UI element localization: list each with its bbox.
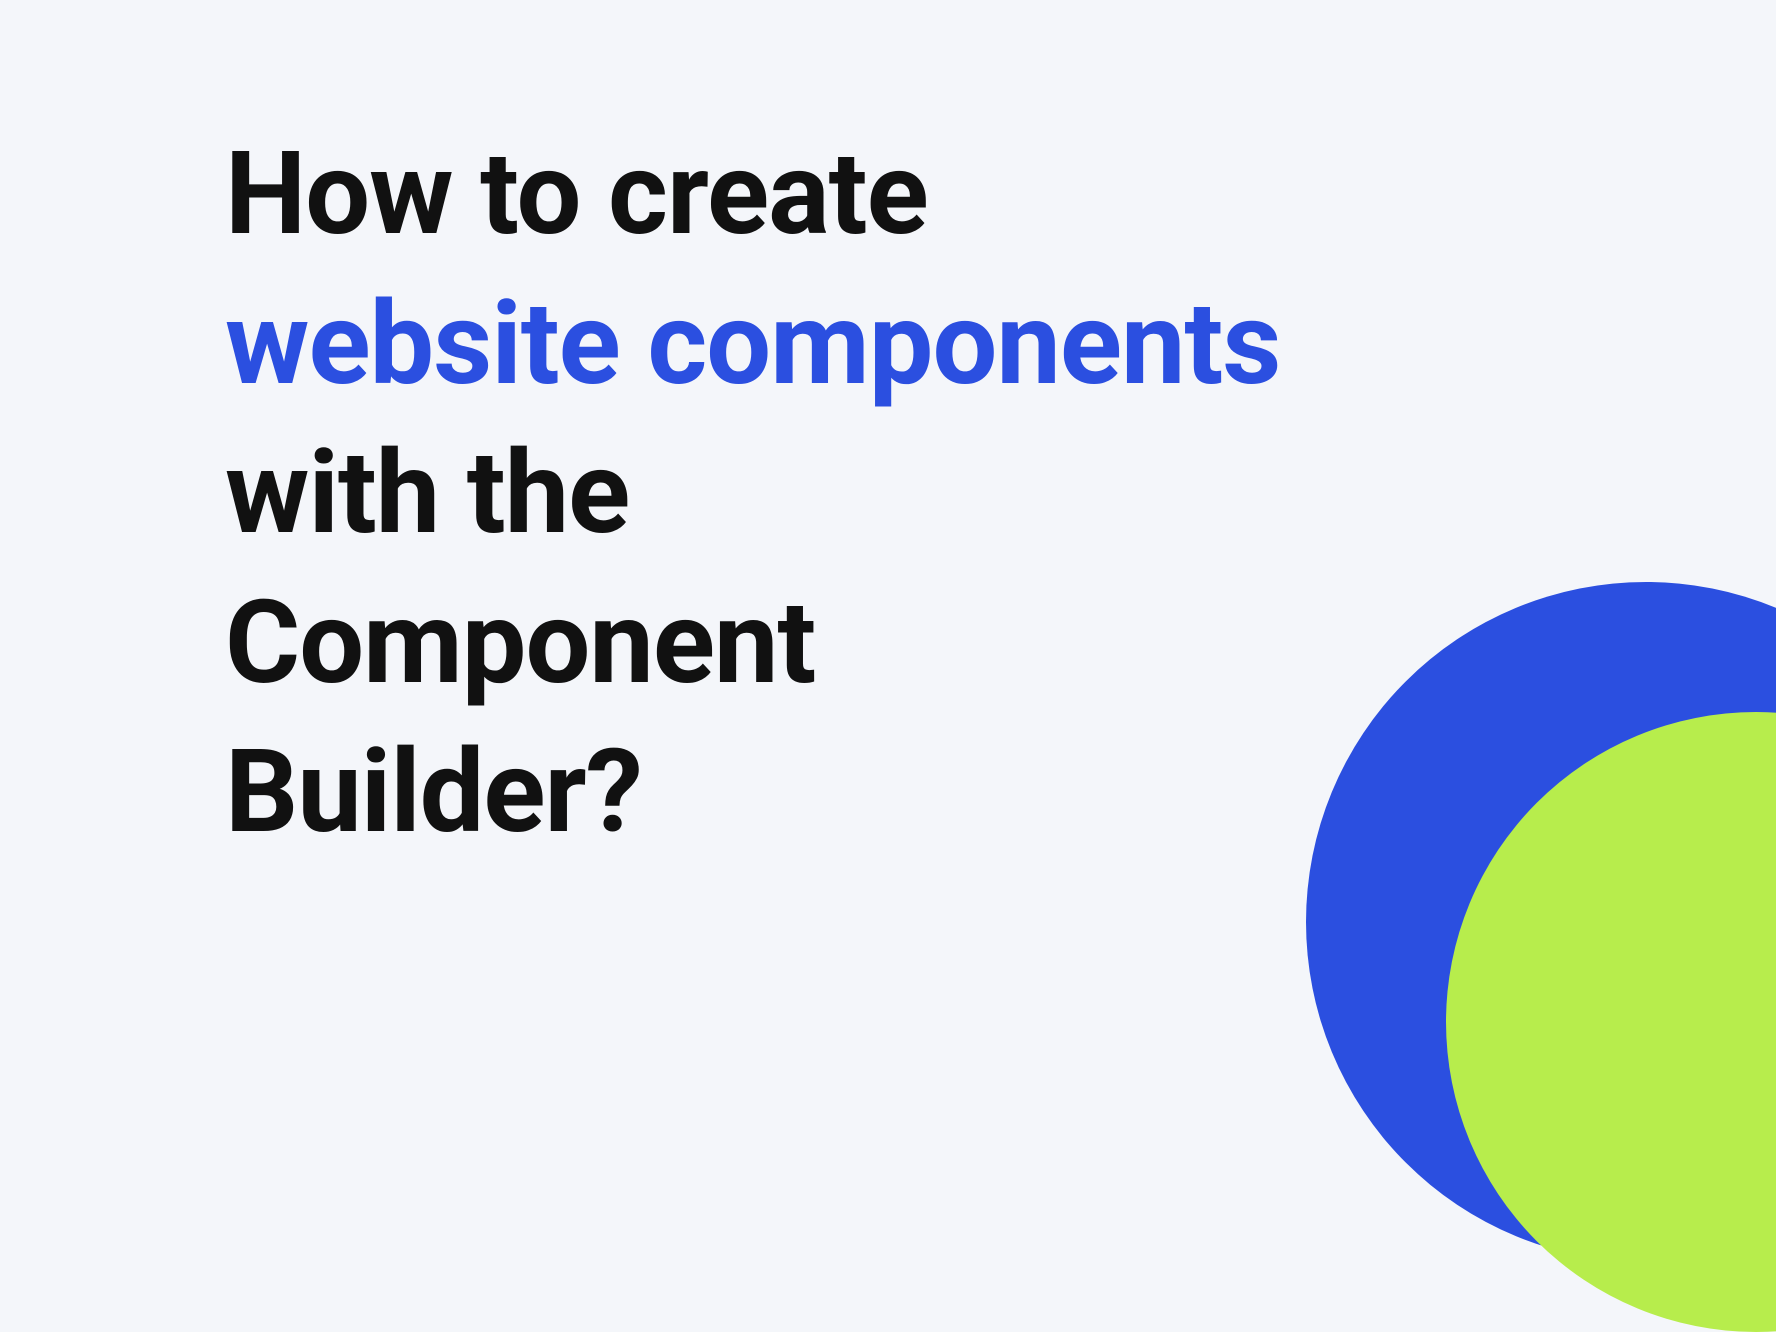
heading-line-5: Builder? (225, 725, 642, 860)
heading-line-4: Component (225, 576, 815, 711)
heading-container: How to create website components with th… (225, 120, 1280, 868)
heading-highlight: website components (225, 277, 1280, 412)
heading-line-3: with the (225, 426, 629, 561)
heading-line-1: How to create (225, 127, 928, 262)
main-heading: How to create website components with th… (225, 120, 1280, 868)
